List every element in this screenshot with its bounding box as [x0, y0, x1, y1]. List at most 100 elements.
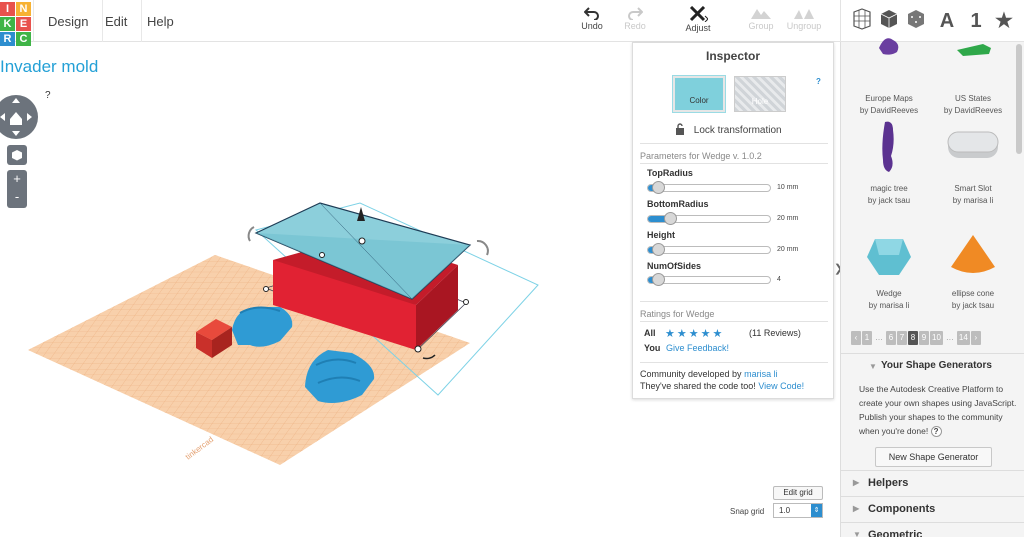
pager-page[interactable]: 9 — [919, 331, 929, 345]
ungroup-button[interactable]: Ungroup — [784, 6, 824, 31]
zoom-in-button[interactable]: + — [7, 170, 27, 188]
view-code-link[interactable]: View Code! — [758, 381, 804, 391]
undo-button[interactable]: Undo — [572, 6, 612, 31]
shared-text: They've shared the code too! — [640, 381, 756, 391]
your-rating-label: You — [644, 343, 661, 353]
new-shape-generator-button[interactable]: New Shape Generator — [875, 447, 992, 467]
rotate-handle[interactable] — [247, 226, 255, 242]
europe-maps-thumbnail — [849, 30, 929, 92]
param-value: 20 mm — [777, 246, 799, 253]
slider-knob[interactable] — [651, 243, 665, 256]
undo-label: Undo — [581, 21, 603, 31]
shape-author: by jack tsau — [951, 301, 995, 310]
pager-page[interactable]: 1 — [862, 331, 872, 345]
resize-handle[interactable] — [319, 252, 325, 258]
edit-grid-button[interactable]: Edit grid — [773, 486, 823, 500]
shape-generators-header[interactable]: Your Shape Generators — [881, 360, 992, 371]
lock-transformation-toggle[interactable]: Lock transformation — [675, 123, 782, 136]
orbit-control[interactable] — [0, 95, 40, 139]
rotate-handle[interactable] — [476, 239, 489, 256]
group-button[interactable]: Group — [741, 6, 781, 31]
author-link[interactable]: marisa li — [744, 369, 778, 379]
shapes-panel: Europe Maps by DavidReeves US States by … — [840, 38, 1024, 537]
give-feedback-link[interactable]: Give Feedback! — [666, 343, 729, 353]
section-label: Geometric — [868, 529, 923, 537]
pager-page[interactable]: 7 — [897, 331, 907, 345]
shape-item[interactable]: ellipse cone by jack tsau — [933, 225, 1013, 311]
param-slider[interactable] — [647, 243, 771, 256]
lock-icon — [676, 123, 684, 135]
color-swatch-button[interactable]: Color — [673, 76, 725, 112]
param-label: BottomRadius — [647, 199, 709, 209]
slider-knob[interactable] — [663, 212, 677, 225]
section-label: Components — [868, 503, 936, 515]
panel-scrollbar[interactable] — [1016, 44, 1022, 154]
group-icon — [751, 9, 771, 19]
shared-line: They've shared the code too! View Code! — [640, 381, 804, 391]
param-value: 20 mm — [777, 215, 799, 222]
logo-letter: R — [0, 32, 15, 46]
pager-page[interactable]: 14 — [956, 331, 970, 345]
logo-letter: N — [16, 2, 31, 16]
snap-grid-label: Snap grid — [730, 507, 765, 516]
slider-knob[interactable] — [651, 181, 665, 194]
helpers-section[interactable]: ▶ Helpers — [841, 470, 1024, 496]
divider — [640, 321, 828, 322]
shape-item[interactable]: US States by DavidReeves — [933, 30, 1013, 116]
shape-item[interactable]: Wedge by marisa li — [849, 225, 929, 311]
shape-name: ellipse cone — [951, 289, 995, 298]
chevron-right-icon: ▶ — [853, 504, 860, 513]
pager-page-current[interactable]: 8 — [908, 331, 918, 345]
shape-name: Europe Maps — [865, 94, 913, 103]
resize-handle[interactable] — [358, 237, 366, 245]
shape-author: by marisa li — [952, 196, 994, 205]
wedge-thumbnail — [849, 225, 929, 287]
zoom-out-button[interactable]: - — [7, 188, 27, 206]
resize-handle[interactable] — [414, 345, 422, 353]
snap-grid-select[interactable]: 1.0 ⇕ — [773, 503, 823, 518]
shape-name: Wedge — [876, 289, 902, 298]
tinkercad-logo[interactable]: I N K E R C — [0, 0, 32, 46]
geometric-section[interactable]: ▼ Geometric — [841, 522, 1024, 537]
fit-view-button[interactable] — [7, 145, 27, 165]
redo-button[interactable]: Redo — [615, 6, 655, 31]
pager-page[interactable]: 10 — [930, 331, 943, 345]
adjust-button[interactable]: Adjust — [678, 6, 718, 33]
chevron-updown-icon: ⇕ — [811, 504, 822, 517]
snap-grid-value: 1.0 — [779, 506, 791, 515]
inspector-help[interactable]: ? — [816, 77, 821, 86]
cube-icon — [12, 150, 22, 161]
shape-item[interactable]: Smart Slot by marisa li — [933, 120, 1013, 206]
redo-icon — [628, 7, 643, 20]
logo-letter: C — [16, 32, 31, 46]
param-label: NumOfSides — [647, 261, 702, 271]
pager-page[interactable]: 6 — [886, 331, 896, 345]
inspector-title: Inspector — [705, 49, 760, 63]
pager-next[interactable]: › — [970, 331, 981, 345]
shape-item[interactable]: Europe Maps by DavidReeves — [849, 30, 929, 116]
color-label: Color — [689, 96, 709, 105]
pager-prev[interactable]: ‹ — [851, 331, 861, 345]
all-ratings-label: All — [644, 328, 656, 338]
help-icon[interactable]: ? — [930, 426, 942, 437]
help-link[interactable]: ? — [45, 90, 51, 101]
review-count: (11 Reviews) — [749, 328, 801, 338]
resize-handle[interactable] — [463, 299, 469, 305]
shape-name: magic tree — [870, 184, 908, 193]
chevron-right-icon: ▶ — [853, 478, 860, 487]
components-section[interactable]: ▶ Components — [841, 496, 1024, 522]
slider-knob[interactable] — [651, 273, 665, 286]
inspector-panel: Inspector Color Hole ? Lock transformati… — [632, 42, 834, 399]
param-slider[interactable] — [647, 212, 771, 225]
undo-icon — [584, 7, 599, 20]
shape-author: by DavidReeves — [943, 106, 1003, 115]
resize-handle[interactable] — [263, 286, 269, 292]
param-label: TopRadius — [647, 168, 693, 178]
design-title[interactable]: Invader mold — [0, 57, 98, 77]
param-slider[interactable] — [647, 273, 771, 286]
hole-swatch-button[interactable]: Hole — [734, 76, 786, 112]
menu-help[interactable]: Help — [133, 0, 188, 42]
param-slider[interactable] — [647, 181, 771, 194]
adjust-label: Adjust — [685, 23, 711, 33]
shape-item[interactable]: magic tree by jack tsau — [849, 120, 929, 206]
